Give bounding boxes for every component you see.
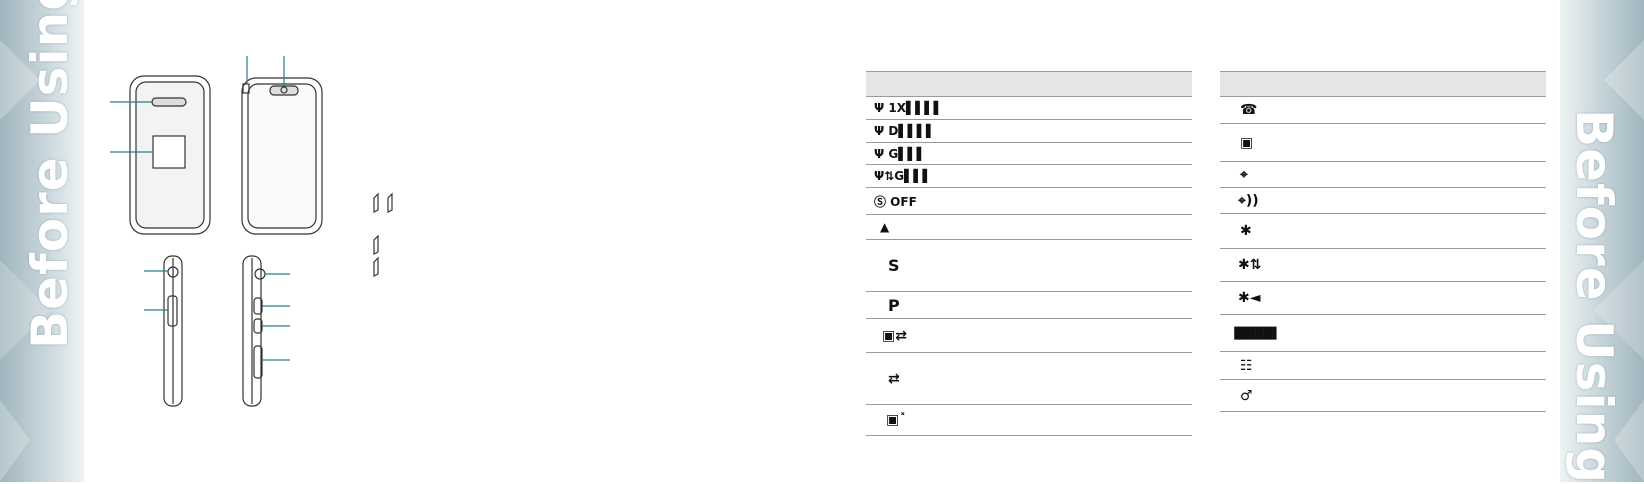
table-row: ⌖))	[1220, 187, 1546, 214]
table-row: ▐████▌	[1220, 314, 1546, 352]
bluetooth-transfer-icon: ✱⇅	[1238, 257, 1262, 273]
table-header-left	[866, 71, 1192, 97]
tty-off-icon: Ⓢ OFF	[874, 194, 917, 209]
table-header-right	[1220, 71, 1546, 97]
tty-icon: ☎	[1240, 102, 1258, 118]
location-icon: ⌖	[1240, 166, 1248, 183]
table-row: ⌖	[1220, 161, 1546, 188]
left-decorative-band: Before Using	[0, 0, 84, 482]
right-decorative-band: Before Using	[1560, 0, 1644, 484]
message-icon: ☷	[1240, 357, 1253, 374]
phone-illustration	[110, 56, 393, 407]
roaming-triangle-icon: ▲	[880, 220, 890, 234]
voice-icon: ♂	[1240, 387, 1253, 404]
location-signal-icon: ⌖))	[1238, 192, 1259, 209]
table-row: ✱	[1220, 213, 1546, 249]
table-row: ▲	[866, 214, 1192, 240]
signal-1x-icon: Ψ 1X▌▌▌▌	[874, 101, 943, 115]
s-icon: S	[888, 256, 900, 275]
table-row: ☎	[1220, 96, 1546, 124]
indicator-icon-table-left: Ψ 1X▌▌▌▌ Ψ D▌▌▌▌ Ψ G▌▌▌ Ψ⇅G▌▌▌ Ⓢ OFF ▲ S…	[866, 71, 1192, 436]
bluetooth-connected-icon: ✱◄	[1238, 290, 1261, 306]
table-row: P	[866, 291, 1192, 319]
table-row: ☷	[1220, 351, 1546, 380]
side-title-right: Before Using	[1565, 109, 1623, 484]
transfer-icon: ⇄	[888, 370, 900, 387]
table-row: ♂	[1220, 379, 1546, 412]
table-row: Ψ⇅G▌▌▌	[866, 164, 1192, 188]
phone-front-view	[110, 75, 211, 235]
table-row: ▣	[1220, 123, 1546, 162]
table-row: ✱⇅	[1220, 248, 1546, 282]
signal-g-icon: Ψ G▌▌▌	[874, 146, 926, 161]
phone-no-service-icon: ▣˟	[886, 412, 907, 428]
signal-g-transfer-icon: Ψ⇅G▌▌▌	[874, 169, 932, 183]
phone-right-side-view	[242, 255, 290, 407]
table-row: Ψ D▌▌▌▌	[866, 119, 1192, 143]
phone-back-view	[241, 56, 323, 235]
table-row: Ψ 1X▌▌▌▌	[866, 96, 1192, 120]
table-row: Ψ G▌▌▌	[866, 142, 1192, 165]
handset-icon: ▣	[1240, 134, 1254, 151]
table-row: Ⓢ OFF	[866, 187, 1192, 215]
bluetooth-icon: ✱	[1240, 223, 1252, 239]
table-row: ▣⇄	[866, 318, 1192, 353]
table-row: ⇄	[866, 352, 1192, 405]
table-row: ▣˟	[866, 404, 1192, 436]
indicator-icon-table-right: ☎ ▣ ⌖ ⌖)) ✱ ✱⇅ ✱◄ ▐████▌ ☷ ♂	[1220, 71, 1546, 412]
p-icon: P	[888, 295, 900, 315]
table-row: S	[866, 239, 1192, 292]
phone-transfer-icon: ▣⇄	[882, 327, 907, 344]
signal-d-icon: Ψ D▌▌▌▌	[874, 124, 936, 138]
battery-icon: ▐████▌	[1230, 327, 1281, 340]
table-row: ✱◄	[1220, 281, 1546, 315]
side-title-left: Before Using	[21, 0, 79, 349]
phone-left-side-view	[144, 255, 183, 407]
side-key-details	[373, 192, 393, 277]
